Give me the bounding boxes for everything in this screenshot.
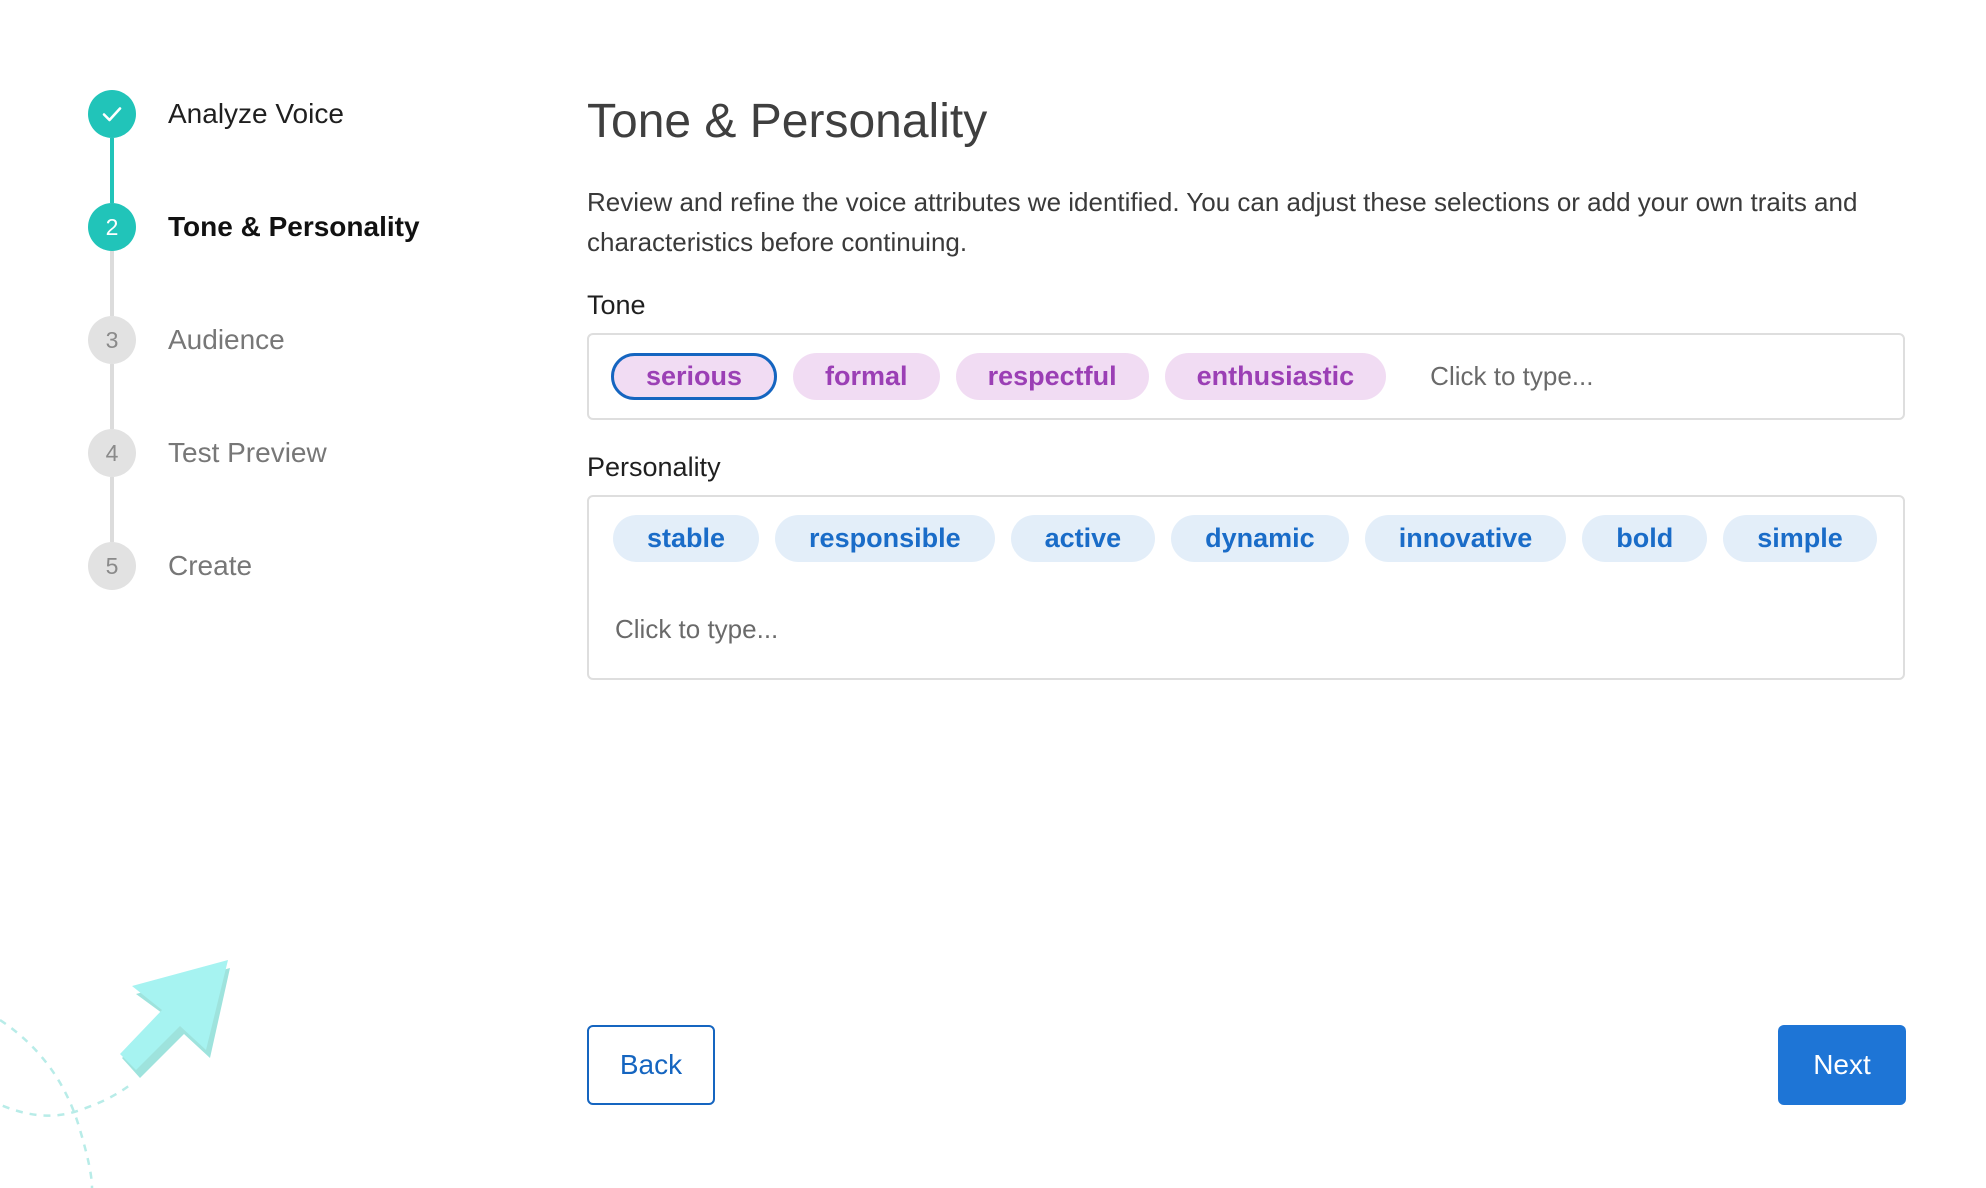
step-number: 4 bbox=[105, 439, 119, 466]
personality-tag[interactable]: simple bbox=[1723, 515, 1877, 562]
tone-tag-input[interactable]: serious formal respectful enthusiastic C… bbox=[587, 333, 1905, 420]
page-title: Tone & Personality bbox=[587, 95, 988, 148]
tone-tag[interactable]: serious bbox=[611, 353, 778, 400]
tone-label: Tone bbox=[587, 290, 646, 320]
step-connector bbox=[110, 251, 114, 316]
step-number: 5 bbox=[105, 552, 119, 579]
personality-tag[interactable]: active bbox=[1010, 515, 1156, 562]
step-connector bbox=[110, 477, 114, 542]
step-5-circle: 5 bbox=[88, 542, 136, 590]
main-content: Tone & Personality Review and refine the… bbox=[587, 90, 1905, 680]
step-label: Test Preview bbox=[168, 437, 327, 468]
next-button[interactable]: Next bbox=[1778, 1025, 1906, 1105]
step-number: 3 bbox=[105, 326, 119, 353]
personality-type-placeholder[interactable]: Click to type... bbox=[615, 614, 1881, 645]
personality-tag[interactable]: stable bbox=[613, 515, 760, 562]
step-2-circle: 2 bbox=[88, 203, 136, 251]
personality-tag[interactable]: dynamic bbox=[1171, 515, 1349, 562]
personality-tag[interactable]: bold bbox=[1582, 515, 1708, 562]
tone-tag[interactable]: enthusiastic bbox=[1164, 353, 1387, 400]
personality-tag-list: stable responsible active dynamic innova… bbox=[613, 515, 1881, 562]
step-analyze-voice[interactable]: Analyze Voice bbox=[88, 90, 488, 203]
step-label: Analyze Voice bbox=[168, 98, 344, 129]
personality-label: Personality bbox=[587, 452, 721, 482]
personality-tag[interactable]: innovative bbox=[1364, 515, 1567, 562]
step-3-circle: 3 bbox=[88, 316, 136, 364]
page: Analyze Voice 2 Tone & Personality 3 Aud… bbox=[0, 0, 1986, 1188]
personality-tag[interactable]: responsible bbox=[775, 515, 995, 562]
step-create[interactable]: 5 Create bbox=[88, 542, 488, 655]
step-label: Create bbox=[168, 550, 253, 581]
step-connector bbox=[110, 364, 114, 429]
personality-tag-input[interactable]: stable responsible active dynamic innova… bbox=[587, 495, 1905, 680]
tone-type-placeholder[interactable]: Click to type... bbox=[1430, 361, 1593, 392]
cursor-decoration-icon bbox=[0, 960, 230, 1188]
check-icon bbox=[102, 107, 122, 122]
step-audience[interactable]: 3 Audience bbox=[88, 316, 488, 429]
back-button[interactable]: Back bbox=[587, 1025, 715, 1105]
tone-tag[interactable]: formal bbox=[793, 353, 940, 400]
step-number: 2 bbox=[105, 213, 119, 240]
step-connector bbox=[110, 138, 114, 203]
wizard-stepper: Analyze Voice 2 Tone & Personality 3 Aud… bbox=[88, 90, 488, 655]
step-label: Tone & Personality bbox=[168, 211, 420, 242]
page-description: Review and refine the voice attributes w… bbox=[587, 187, 1858, 257]
step-tone-personality[interactable]: 2 Tone & Personality bbox=[88, 203, 488, 316]
step-label: Audience bbox=[168, 324, 285, 355]
step-1-circle bbox=[88, 90, 136, 138]
tone-tag[interactable]: respectful bbox=[955, 353, 1149, 400]
step-test-preview[interactable]: 4 Test Preview bbox=[88, 429, 488, 542]
step-4-circle: 4 bbox=[88, 429, 136, 477]
